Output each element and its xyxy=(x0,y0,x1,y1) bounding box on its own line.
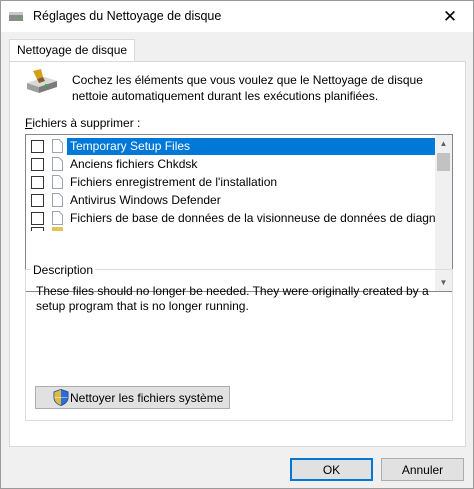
files-label: Fichiers à supprimer : xyxy=(25,116,140,130)
files-label-rest: ichiers à supprimer : xyxy=(32,116,141,130)
clean-system-files-button[interactable]: Nettoyer les fichiers système xyxy=(35,386,230,409)
disk-cleanup-icon xyxy=(9,12,23,21)
list-item[interactable]: Fichiers de base de données de la vision… xyxy=(26,209,446,227)
item-label: Anciens fichiers Chkdsk xyxy=(70,156,198,171)
close-icon: ✕ xyxy=(442,6,458,26)
tab-disk-cleanup[interactable]: Nettoyage de disque xyxy=(9,39,136,62)
scroll-thumb[interactable] xyxy=(437,153,450,171)
item-checkbox[interactable] xyxy=(31,175,44,189)
item-label: Fichiers enregistrement de l'installatio… xyxy=(70,174,278,189)
item-checkbox[interactable] xyxy=(31,157,44,171)
disk-cleanup-icon xyxy=(27,69,57,93)
item-checkbox[interactable] xyxy=(31,211,44,225)
item-checkbox[interactable] xyxy=(31,139,44,153)
window-title: Réglages du Nettoyage de disque xyxy=(33,9,222,23)
uac-shield-icon xyxy=(53,389,69,406)
scroll-up-icon[interactable]: ▲ xyxy=(435,135,452,152)
list-item[interactable]: Fichiers enregistrement de l'installatio… xyxy=(26,173,436,191)
file-icon xyxy=(52,157,63,171)
item-checkbox[interactable] xyxy=(31,227,44,231)
list-scrollbar[interactable]: ▲ ▼ xyxy=(435,135,452,291)
clean-system-files-label: Nettoyer les fichiers système xyxy=(70,390,224,405)
list-item[interactable]: Anciens fichiers Chkdsk xyxy=(26,155,436,173)
list-item-partial[interactable] xyxy=(26,227,436,245)
close-button[interactable]: ✕ xyxy=(427,1,473,32)
intro-text: Cochez les éléments que vous voulez que … xyxy=(72,73,423,103)
list-item[interactable]: Antivirus Windows Defender xyxy=(26,191,436,209)
description-legend: Description xyxy=(31,263,96,277)
cancel-button[interactable]: Annuler xyxy=(381,458,464,481)
description-text: These files should no longer be needed. … xyxy=(36,284,429,313)
item-label: Temporary Setup Files xyxy=(67,137,435,155)
file-icon xyxy=(52,193,63,207)
folder-icon xyxy=(52,227,63,231)
file-icon xyxy=(52,139,63,153)
tab-panel: Cochez les éléments que vous voulez que … xyxy=(9,61,466,447)
description-group: Description These files should no longer… xyxy=(25,263,453,421)
file-icon xyxy=(52,211,63,225)
item-checkbox[interactable] xyxy=(31,193,44,207)
ok-button[interactable]: OK xyxy=(290,458,373,481)
settings-dialog: Réglages du Nettoyage de disque ✕ Nettoy… xyxy=(0,0,474,489)
item-label: Antivirus Windows Defender xyxy=(70,192,221,207)
list-item[interactable]: Temporary Setup Files xyxy=(26,137,436,155)
file-icon xyxy=(52,175,63,189)
item-label: Fichiers de base de données de la vision… xyxy=(70,210,446,225)
title-bar[interactable]: Réglages du Nettoyage de disque ✕ xyxy=(1,1,473,32)
